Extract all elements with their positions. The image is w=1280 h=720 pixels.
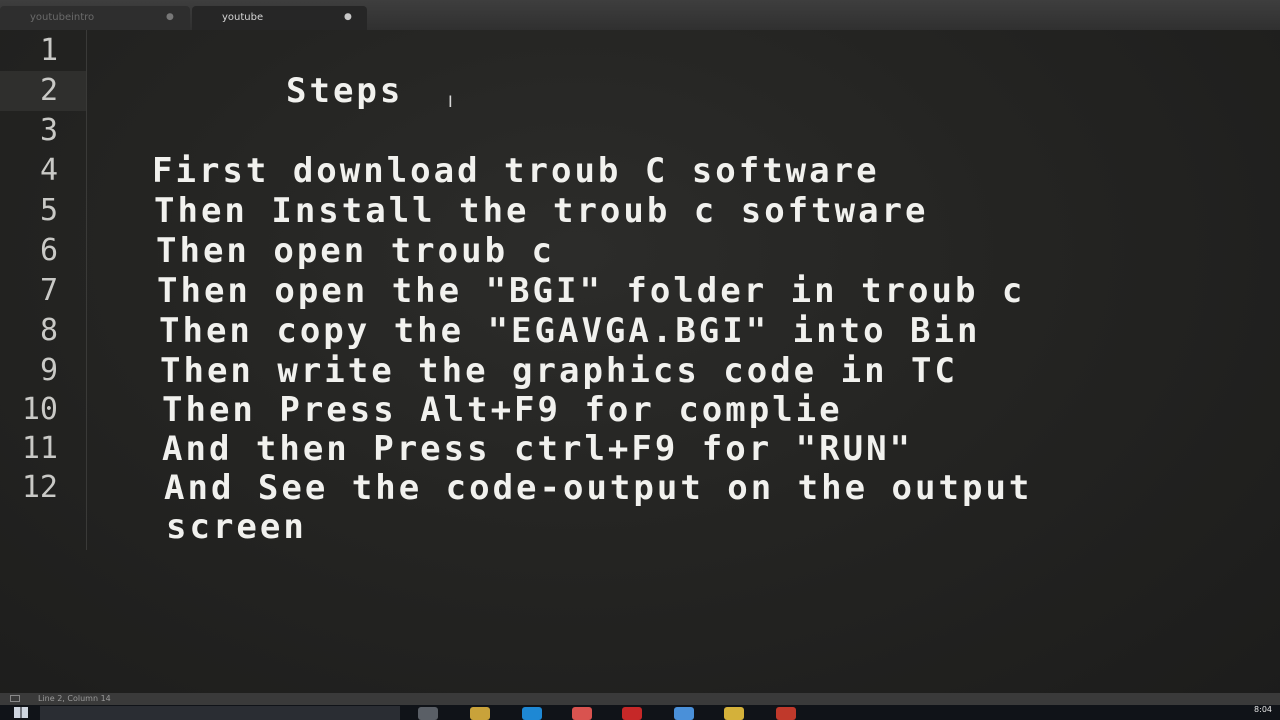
tab-bar: youtubeintro ● youtube ● (0, 0, 1280, 30)
line-number: 9 (39, 353, 58, 388)
taskbar-clock: 8:04 (1254, 705, 1272, 714)
line-number-gutter: 1 2 3 4 5 6 7 8 9 10 11 12 (0, 30, 87, 550)
taskbar-app-icon[interactable] (470, 707, 490, 720)
code-line[interactable]: Steps (286, 71, 403, 111)
line-number: 2 (39, 73, 58, 108)
line-number: 1 (39, 33, 58, 68)
line-number: 5 (39, 193, 58, 228)
code-editor[interactable]: 1 2 3 4 5 6 7 8 9 10 11 12 Steps First download trou… (0, 30, 1280, 695)
code-line[interactable]: Then Press Alt+F9 for complie (162, 390, 843, 430)
panel-toggle-icon[interactable] (10, 695, 20, 702)
code-line[interactable]: Then write the graphics code in TC (160, 351, 958, 391)
cursor-position: Line 2, Column 14 (38, 694, 111, 703)
line-number: 3 (39, 113, 58, 148)
code-line[interactable]: And then Press ctrl+F9 for "RUN" (162, 429, 913, 469)
code-line[interactable]: Then Install the troub c software (154, 191, 929, 231)
taskbar-app-icon[interactable] (522, 707, 542, 720)
code-line[interactable]: Then copy the "EGAVGA.BGI" into Bin (159, 311, 980, 351)
windows-start-icon[interactable] (14, 707, 28, 718)
code-line[interactable]: Then open the "BGI" folder in troub c (157, 271, 1025, 311)
text-cursor-icon: I (448, 92, 453, 111)
status-bar: Line 2, Column 14 (0, 693, 1280, 705)
taskbar-search-box[interactable] (40, 706, 400, 720)
tab-label: youtube (222, 12, 264, 23)
taskbar-app-icon[interactable] (622, 707, 642, 720)
line-number: 4 (39, 153, 58, 188)
code-line[interactable]: First download troub C software (152, 151, 880, 191)
line-number: 7 (39, 273, 58, 308)
taskbar-app-icon[interactable] (724, 707, 744, 720)
line-number: 6 (39, 233, 58, 268)
line-number: 11 (21, 431, 58, 466)
taskbar-app-icon[interactable] (674, 707, 694, 720)
line-number: 10 (21, 392, 58, 427)
taskbar-app-icon[interactable] (776, 707, 796, 720)
tab-dirty-icon[interactable]: ● (166, 12, 174, 22)
taskbar-app-icon[interactable] (418, 707, 438, 720)
tab-youtube[interactable]: youtube ● (192, 6, 367, 30)
line-number: 12 (21, 470, 58, 505)
tab-youtubeintro[interactable]: youtubeintro ● (0, 6, 190, 30)
screen: youtubeintro ● youtube ● 1 2 3 4 5 6 7 8 9 10 11 12… (0, 0, 1280, 720)
code-line[interactable]: Then open troub c (156, 231, 555, 271)
taskbar-app-icon[interactable] (572, 707, 592, 720)
code-line[interactable]: And See the code-output on the output (164, 468, 1032, 508)
code-line[interactable]: screen (166, 507, 307, 547)
tab-label: youtubeintro (30, 12, 95, 23)
taskbar: 8:04 (0, 705, 1280, 720)
tab-dirty-icon[interactable]: ● (344, 12, 352, 22)
line-number: 8 (39, 313, 58, 348)
